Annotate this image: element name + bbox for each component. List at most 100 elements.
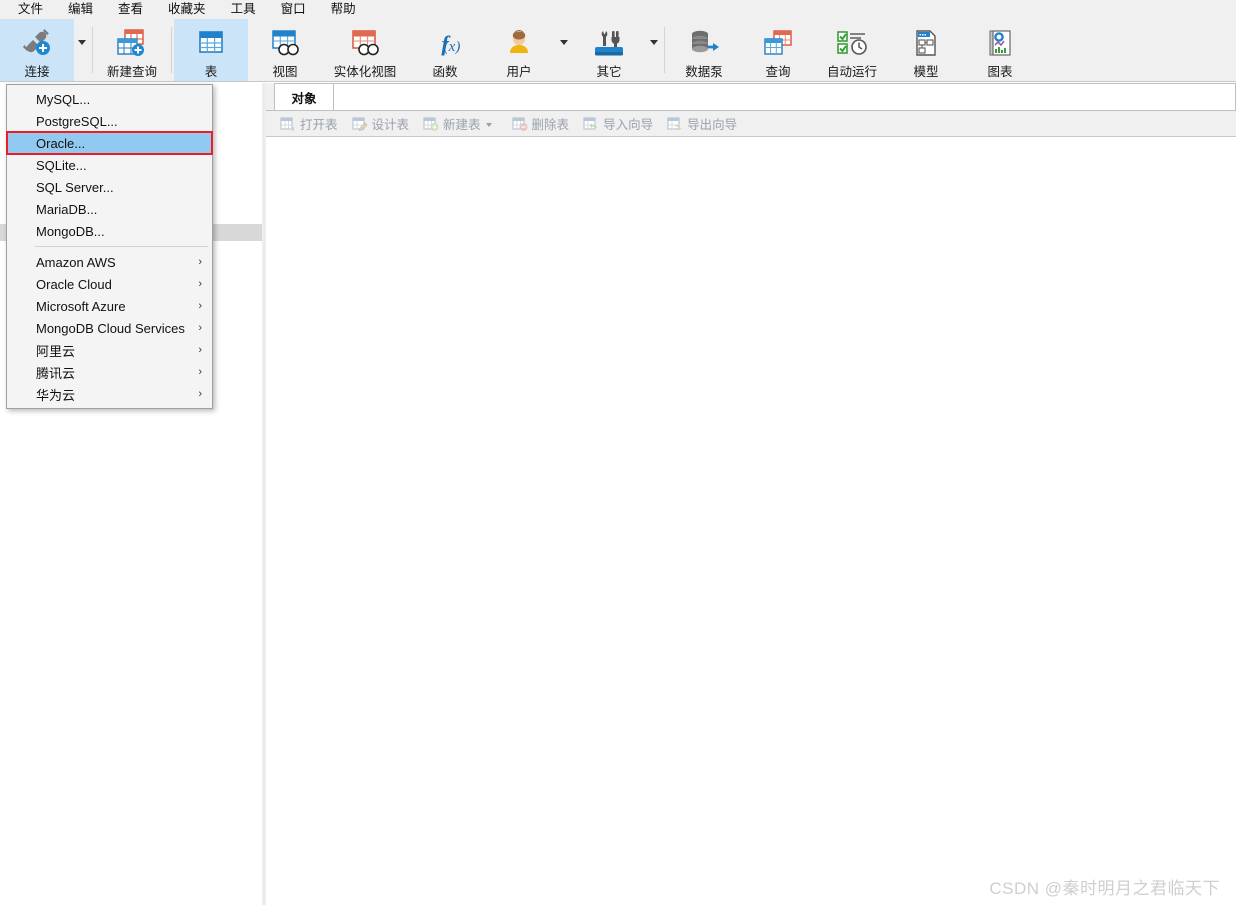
toolbar-label-chart: 图表 [987, 65, 1013, 79]
toolbar-button-user[interactable]: 用户 [482, 19, 556, 81]
delete-table-icon [511, 116, 528, 131]
chart-icon [985, 26, 1015, 60]
export-wizard-button[interactable]: 导出向导 [661, 113, 743, 135]
toolbar-caret-connection[interactable] [74, 19, 90, 81]
menu-item-label: Oracle... [36, 135, 86, 151]
connection-dropdown-menu: MySQL... PostgreSQL... Oracle... SQLite.… [6, 84, 213, 409]
toolbar-button-model[interactable]: 模型 [889, 19, 963, 81]
menu-file[interactable]: 文件 [6, 0, 56, 19]
menu-item-label: MariaDB... [36, 201, 98, 217]
menu-item-label: Amazon AWS [36, 254, 116, 270]
view-icon [268, 26, 302, 60]
import-wizard-button[interactable]: 导入向导 [577, 113, 659, 135]
menu-window[interactable]: 窗口 [269, 0, 319, 19]
svg-text:(x): (x) [444, 39, 461, 55]
user-icon [504, 26, 534, 60]
menu-item-mysql[interactable]: MySQL... [7, 88, 212, 110]
menu-item-label: SQLite... [36, 157, 87, 173]
menu-item-label: SQL Server... [36, 179, 114, 195]
chevron-right-icon: › [198, 343, 202, 356]
chevron-right-icon: › [198, 299, 202, 312]
chevron-right-icon: › [198, 277, 202, 290]
data-pump-icon [687, 26, 721, 60]
toolbar-label-others: 其它 [596, 65, 622, 79]
menu-favorites[interactable]: 收藏夹 [156, 0, 219, 19]
design-table-icon [351, 116, 368, 131]
menu-view[interactable]: 查看 [106, 0, 156, 19]
toolbar-label-view: 视图 [272, 65, 298, 79]
toolbar-button-query[interactable]: 查询 [741, 19, 815, 81]
menu-edit[interactable]: 编辑 [56, 0, 106, 19]
toolbar-label-user: 用户 [506, 65, 532, 79]
toolbar-label-function: 函数 [432, 65, 458, 79]
import-wizard-label: 导入向导 [603, 118, 654, 132]
export-wizard-label: 导出向导 [687, 118, 738, 132]
open-table-button[interactable]: 打开表 [274, 113, 344, 135]
delete-table-label: 删除表 [531, 118, 570, 132]
toolbar-button-view[interactable]: 视图 [248, 19, 322, 81]
toolbar-label-query: 查询 [765, 65, 791, 79]
menu-item-aliyun[interactable]: 阿里云 › [7, 339, 212, 361]
menu-item-label: MongoDB... [36, 223, 105, 239]
toolbar-caret-user[interactable] [556, 19, 572, 81]
menu-item-mongodb[interactable]: MongoDB... [7, 220, 212, 242]
toolbar-caret-others[interactable] [646, 19, 662, 81]
toolbar-button-automation[interactable]: 自动运行 [815, 19, 889, 81]
new-table-button[interactable]: 新建表 [417, 113, 504, 135]
watermark-text: CSDN @秦时明月之君临天下 [989, 879, 1220, 898]
chevron-right-icon: › [198, 365, 202, 378]
new-table-label: 新建表 [443, 118, 481, 132]
menu-item-microsoft-azure[interactable]: Microsoft Azure › [7, 295, 212, 317]
toolbar-button-table[interactable]: 表 [174, 19, 248, 81]
table-icon [196, 26, 226, 60]
import-wizard-icon [583, 116, 599, 131]
menu-item-oracle-cloud[interactable]: Oracle Cloud › [7, 273, 212, 295]
toolbar-button-new-query[interactable]: 新建查询 [95, 19, 169, 81]
new-table-icon [423, 116, 439, 131]
menu-item-sql-server[interactable]: SQL Server... [7, 176, 212, 198]
toolbar-separator-3 [664, 27, 665, 73]
toolbar-button-chart[interactable]: 图表 [963, 19, 1037, 81]
menu-item-amazon-aws[interactable]: Amazon AWS › [7, 251, 212, 273]
toolbar-label-automation: 自动运行 [826, 65, 877, 79]
automation-icon [835, 26, 869, 60]
content-panel: 对象 打开表 设计表 新建表 删除表 导入向导 导出向导 [266, 83, 1236, 905]
tab-objects[interactable]: 对象 [274, 83, 334, 110]
menu-item-postgresql[interactable]: PostgreSQL... [7, 110, 212, 132]
chevron-right-icon: › [198, 321, 202, 334]
delete-table-button[interactable]: 删除表 [506, 113, 576, 135]
menu-help[interactable]: 帮助 [319, 0, 369, 19]
object-list-area [266, 137, 1236, 905]
menu-item-label: 腾讯云 [36, 365, 76, 381]
toolbar-button-data-pump[interactable]: 数据泵 [667, 19, 741, 81]
menu-item-label: 阿里云 [36, 343, 76, 359]
new-table-caret-icon[interactable] [485, 123, 492, 127]
menu-tools[interactable]: 工具 [219, 0, 269, 19]
design-table-label: 设计表 [371, 118, 410, 132]
toolbar-separator-1 [92, 27, 93, 73]
others-icon [592, 26, 626, 60]
menu-item-huawei-cloud[interactable]: 华为云 › [7, 383, 212, 405]
new-query-icon [115, 26, 149, 60]
menu-item-mongodb-cloud-services[interactable]: MongoDB Cloud Services › [7, 317, 212, 339]
toolbar-button-materialized-view[interactable]: 实体化视图 [322, 19, 408, 81]
toolbar-button-others[interactable]: 其它 [572, 19, 646, 81]
menu-item-mariadb[interactable]: MariaDB... [7, 198, 212, 220]
toolbar-button-function[interactable]: f (x) 函数 [408, 19, 482, 81]
open-table-label: 打开表 [300, 118, 338, 132]
menu-item-label: 华为云 [36, 387, 76, 403]
design-table-button[interactable]: 设计表 [346, 113, 416, 135]
toolbar-label-materialized-view: 实体化视图 [333, 65, 397, 79]
tab-strip: 对象 [266, 83, 1236, 111]
menu-separator [35, 246, 208, 247]
menu-item-tencent-cloud[interactable]: 腾讯云 › [7, 361, 212, 383]
menu-item-sqlite[interactable]: SQLite... [7, 154, 212, 176]
menu-item-oracle[interactable]: Oracle... [6, 131, 213, 155]
toolbar-button-connection[interactable]: 连接 [0, 19, 74, 81]
toolbar-label-data-pump: 数据泵 [685, 65, 723, 79]
export-wizard-icon [667, 116, 683, 131]
materialized-view-icon [348, 26, 382, 60]
main-toolbar: 连接 新建查询 表 视图 实体化视图 f (x) 函数 用户 其它 数据泵 查询… [0, 19, 1236, 82]
toolbar-label-new-query: 新建查询 [106, 65, 157, 79]
toolbar-label-connection: 连接 [24, 65, 50, 79]
